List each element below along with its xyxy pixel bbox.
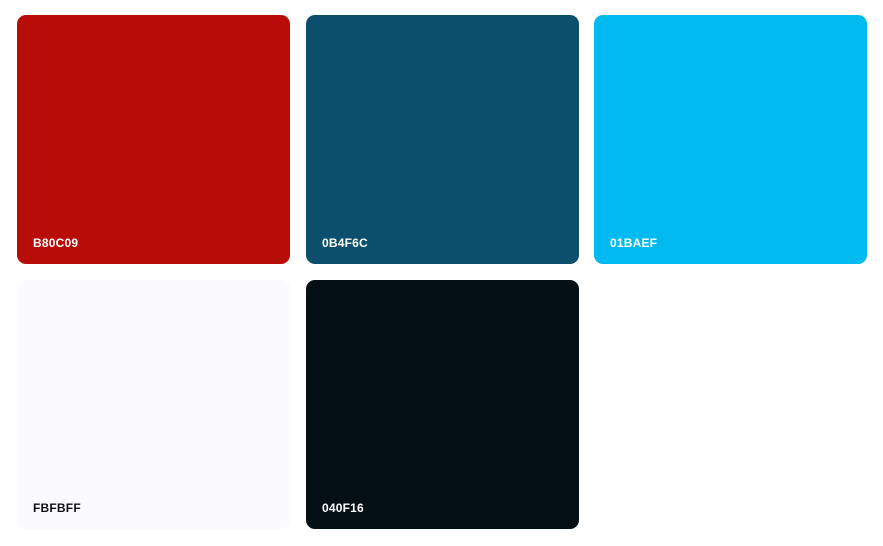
swatch-hex-label: B80C09	[33, 236, 79, 250]
swatch-hex-label: 040F16	[322, 501, 364, 515]
swatch-fbfbff[interactable]: FBFBFF	[17, 280, 290, 529]
swatch-0b4f6c[interactable]: 0B4F6C	[306, 15, 579, 264]
swatch-hex-label: 01BAEF	[610, 236, 658, 250]
color-palette: B80C09 0B4F6C 01BAEF FBFBFF 040F16	[0, 0, 883, 546]
swatch-hex-label: 0B4F6C	[322, 236, 368, 250]
swatch-01baef[interactable]: 01BAEF	[594, 15, 867, 264]
swatch-b80c09[interactable]: B80C09	[17, 15, 290, 264]
swatch-040f16[interactable]: 040F16	[306, 280, 579, 529]
swatch-hex-label: FBFBFF	[33, 501, 81, 515]
